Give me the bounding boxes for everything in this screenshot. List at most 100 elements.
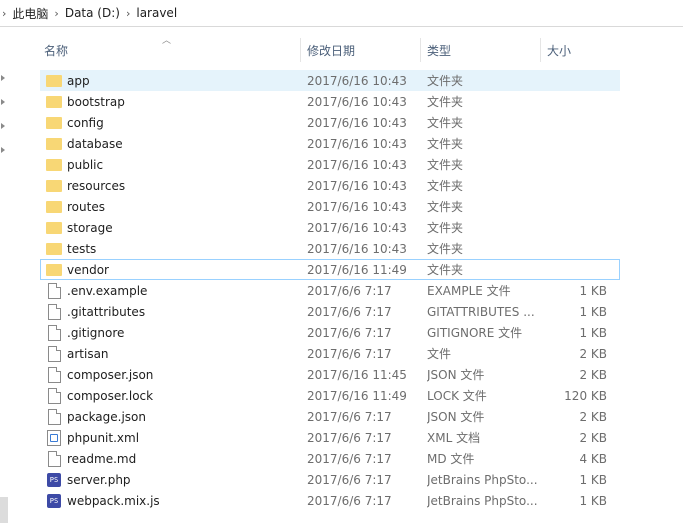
file-type: 文件夹 <box>427 221 464 235</box>
address-bar[interactable]: › 此电脑 › Data (D:) › laravel <box>0 0 683 27</box>
expand-arrow-icon[interactable] <box>1 75 5 81</box>
file-date: 2017/6/16 10:43 <box>307 157 407 172</box>
file-date: 2017/6/16 10:43 <box>307 73 407 88</box>
file-name: routes <box>67 199 105 214</box>
file-name: webpack.mix.js <box>67 493 160 508</box>
breadcrumb-folder[interactable]: laravel <box>136 6 177 20</box>
expand-arrow-icon[interactable] <box>1 99 5 105</box>
file-row-resources[interactable]: resources 2017/6/16 10:43 文件夹 <box>40 175 620 196</box>
file-icon <box>47 324 61 341</box>
file-date: 2017/6/6 7:17 <box>307 451 392 466</box>
file-type: JSON 文件 <box>427 410 485 424</box>
file-date: 2017/6/6 7:17 <box>307 325 392 340</box>
file-icon <box>47 345 61 362</box>
file-row-composer-lock[interactable]: composer.lock 2017/6/16 11:49 LOCK 文件 12… <box>40 385 620 406</box>
file-type: EXAMPLE 文件 <box>427 284 511 298</box>
breadcrumb-separator-icon[interactable]: › <box>54 7 58 20</box>
file-date: 2017/6/16 10:43 <box>307 241 407 256</box>
breadcrumb-separator-icon[interactable]: › <box>2 7 6 20</box>
file-type: LOCK 文件 <box>427 389 487 403</box>
file-name: bootstrap <box>67 94 125 109</box>
file-row-gitignore[interactable]: .gitignore 2017/6/6 7:17 GITIGNORE 文件 1 … <box>40 322 620 343</box>
file-date: 2017/6/16 11:45 <box>307 367 407 382</box>
file-type: XML 文档 <box>427 431 481 445</box>
file-type: JetBrains PhpSto... <box>427 493 538 508</box>
file-name: database <box>67 136 123 151</box>
file-name: readme.md <box>67 451 137 466</box>
file-icon <box>47 366 61 383</box>
file-row-routes[interactable]: routes 2017/6/16 10:43 文件夹 <box>40 196 620 217</box>
breadcrumb-drive[interactable]: Data (D:) <box>65 6 120 20</box>
file-row-tests[interactable]: tests 2017/6/16 10:43 文件夹 <box>40 238 620 259</box>
file-size: 2 KB <box>579 346 607 361</box>
breadcrumb-this-pc[interactable]: 此电脑 <box>12 5 48 22</box>
file-date: 2017/6/16 10:43 <box>307 136 407 151</box>
file-size: 4 KB <box>579 451 607 466</box>
file-row-env-example[interactable]: .env.example 2017/6/6 7:17 EXAMPLE 文件 1 … <box>40 280 620 301</box>
file-row-app[interactable]: app 2017/6/16 10:43 文件夹 <box>40 70 620 91</box>
file-row-storage[interactable]: storage 2017/6/16 10:43 文件夹 <box>40 217 620 238</box>
file-name: composer.lock <box>67 388 154 403</box>
file-icon <box>47 387 61 404</box>
file-row-gitattributes[interactable]: .gitattributes 2017/6/6 7:17 GITATTRIBUT… <box>40 301 620 322</box>
folder-icon <box>46 95 62 108</box>
file-row-config[interactable]: config 2017/6/16 10:43 文件夹 <box>40 112 620 133</box>
file-row-vendor[interactable]: vendor 2017/6/16 11:49 文件夹 <box>40 259 620 280</box>
file-type: 文件夹 <box>427 242 464 256</box>
file-row-readme-md[interactable]: readme.md 2017/6/6 7:17 MD 文件 4 KB <box>40 448 620 469</box>
file-row-bootstrap[interactable]: bootstrap 2017/6/16 10:43 文件夹 <box>40 91 620 112</box>
xml-document-icon <box>47 429 61 446</box>
file-name: server.php <box>67 472 131 487</box>
column-size-label: 大小 <box>547 43 572 58</box>
folder-icon <box>46 263 62 276</box>
file-date: 2017/6/16 10:43 <box>307 94 407 109</box>
file-type: GITATTRIBUTES ... <box>427 304 535 319</box>
file-row-composer-json[interactable]: composer.json 2017/6/16 11:45 JSON 文件 2 … <box>40 364 620 385</box>
expand-arrow-icon[interactable] <box>1 147 5 153</box>
file-type: 文件 <box>427 347 452 361</box>
file-date: 2017/6/6 7:17 <box>307 493 392 508</box>
file-size: 1 KB <box>579 304 607 319</box>
file-type: 文件夹 <box>427 158 464 172</box>
file-name: phpunit.xml <box>67 430 140 445</box>
phpstorm-file-icon: PS <box>47 472 61 487</box>
file-type: 文件夹 <box>427 200 464 214</box>
file-type: JSON 文件 <box>427 368 485 382</box>
folder-icon <box>46 179 62 192</box>
file-name: config <box>67 115 104 130</box>
file-date: 2017/6/6 7:17 <box>307 409 392 424</box>
breadcrumb-separator-icon[interactable]: › <box>126 7 130 20</box>
column-type-header[interactable]: 类型 <box>420 38 540 62</box>
file-row-package-json[interactable]: package.json 2017/6/6 7:17 JSON 文件 2 KB <box>40 406 620 427</box>
file-type: GITIGNORE 文件 <box>427 326 523 340</box>
file-size: 120 KB <box>564 388 607 403</box>
file-type: 文件夹 <box>427 137 464 151</box>
file-type: JetBrains PhpSto... <box>427 472 538 487</box>
file-name: tests <box>67 241 97 256</box>
navigation-pane[interactable] <box>0 27 10 527</box>
file-name: artisan <box>67 346 109 361</box>
expand-arrow-icon[interactable] <box>1 123 5 129</box>
file-name: .env.example <box>67 283 148 298</box>
file-size: 1 KB <box>579 325 607 340</box>
file-type: 文件夹 <box>427 74 464 88</box>
file-row-server-php[interactable]: PS server.php 2017/6/6 7:17 JetBrains Ph… <box>40 469 620 490</box>
folder-icon <box>46 200 62 213</box>
file-row-webpack-mix-js[interactable]: PS webpack.mix.js 2017/6/6 7:17 JetBrain… <box>40 490 620 511</box>
file-size: 1 KB <box>579 283 607 298</box>
file-row-public[interactable]: public 2017/6/16 10:43 文件夹 <box>40 154 620 175</box>
column-size-header[interactable]: 大小 <box>540 38 620 62</box>
file-row-phpunit-xml[interactable]: phpunit.xml 2017/6/6 7:17 XML 文档 2 KB <box>40 427 620 448</box>
file-name: storage <box>67 220 113 235</box>
file-name: public <box>67 157 104 172</box>
file-icon <box>47 450 61 467</box>
folder-icon <box>46 137 62 150</box>
column-date-header[interactable]: 修改日期 <box>300 38 420 62</box>
file-row-artisan[interactable]: artisan 2017/6/6 7:17 文件 2 KB <box>40 343 620 364</box>
file-date: 2017/6/16 10:43 <box>307 199 407 214</box>
file-name: composer.json <box>67 367 154 382</box>
folder-icon <box>46 74 62 87</box>
column-name-header[interactable]: ︿ 名称 <box>36 36 300 62</box>
file-row-database[interactable]: database 2017/6/16 10:43 文件夹 <box>40 133 620 154</box>
nav-scrollbar[interactable] <box>0 497 8 523</box>
